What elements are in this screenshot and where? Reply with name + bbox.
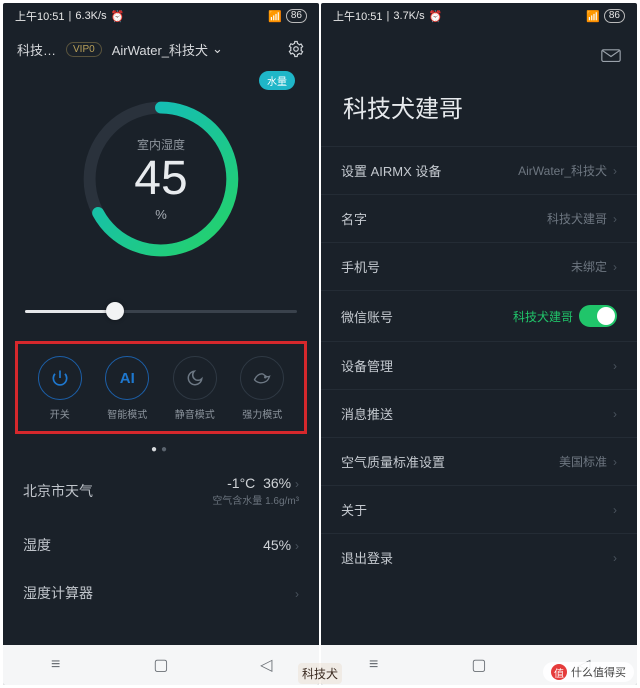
battery-level: 86 xyxy=(604,9,625,23)
power-icon xyxy=(38,356,82,400)
chevron-right-icon: › xyxy=(613,455,617,469)
settings-row-2[interactable]: 手机号 未绑定› xyxy=(321,242,637,290)
humidity-gauge: 水量 室内湿度 45 % xyxy=(3,69,319,289)
nav-home-icon[interactable]: ▢ xyxy=(470,656,488,674)
left-screen: 上午10:51 | 6.3K/s ⏰ 📶 86 科技… VIP0 AirWate… xyxy=(3,3,319,685)
nav-menu-icon[interactable]: ≡ xyxy=(47,656,65,674)
air-water-content: 空气含水量 1.6g/m³ xyxy=(212,496,299,507)
mode-label: 强力模式 xyxy=(242,406,282,421)
app-header: 科技… VIP0 AirWater_科技犬 ⌄ xyxy=(3,29,319,69)
weather-row[interactable]: 北京市天气 -1°C 36% › 空气含水量 1.6g/m³ xyxy=(3,461,319,521)
mode-buttons-highlight: 开关 AI 智能模式 静音模式 强力模式 xyxy=(15,341,307,434)
settings-row-7[interactable]: 关于 › xyxy=(321,485,637,533)
settings-row-1[interactable]: 名字 科技犬建哥› xyxy=(321,194,637,242)
chevron-right-icon: › xyxy=(613,260,617,274)
chevron-right-icon: › xyxy=(613,212,617,226)
whale-icon xyxy=(240,356,284,400)
status-bar: 上午10:51 | 6.3K/s ⏰ 📶 86 xyxy=(3,3,319,29)
settings-row-3[interactable]: 微信账号 科技犬建哥 xyxy=(321,290,637,341)
city-humidity: 36% xyxy=(263,475,291,491)
device-name: AirWater_科技犬 xyxy=(112,40,208,59)
humidity-value: 45% xyxy=(263,537,291,553)
moon-icon xyxy=(173,356,217,400)
mode-power[interactable]: 开关 xyxy=(28,356,92,421)
mode-label: 开关 xyxy=(50,406,70,421)
gauge-value: 45 xyxy=(134,155,187,203)
row-value: 科技犬建哥 xyxy=(513,305,617,327)
mode-label: 智能模式 xyxy=(107,406,147,421)
row-label: 手机号 xyxy=(341,257,380,276)
signal-icon: 📶 xyxy=(268,10,282,23)
city-temp: -1°C xyxy=(227,475,255,491)
watermark-text: 什么值得买 xyxy=(571,664,626,680)
nav-menu-icon[interactable]: ≡ xyxy=(365,656,383,674)
row-value: › xyxy=(613,503,617,517)
profile-title: 科技犬建哥 xyxy=(321,29,637,146)
device-selector[interactable]: AirWater_科技犬 ⌄ xyxy=(112,40,223,59)
nav-home-icon[interactable]: ▢ xyxy=(152,656,170,674)
mode-quiet[interactable]: 静音模式 xyxy=(163,356,227,421)
gauge-unit: % xyxy=(155,207,167,222)
row-value: › xyxy=(613,407,617,421)
watermark: 值 什么值得买 xyxy=(543,662,634,682)
settings-row-8[interactable]: 退出登录 › xyxy=(321,533,637,581)
settings-row-6[interactable]: 空气质量标准设置 美国标准› xyxy=(321,437,637,485)
status-net: 6.3K/s xyxy=(75,10,106,22)
row-label: 关于 xyxy=(341,500,367,519)
row-label: 消息推送 xyxy=(341,404,393,423)
status-net: 3.7K/s xyxy=(393,10,424,22)
alarm-icon: ⏰ xyxy=(111,10,125,23)
status-time: 上午10:51 xyxy=(15,8,65,24)
row-label: 微信账号 xyxy=(341,307,393,326)
calc-label: 湿度计算器 xyxy=(23,583,93,603)
mail-icon[interactable] xyxy=(601,49,621,63)
water-badge: 水量 xyxy=(259,71,295,90)
right-screen: 上午10:51 | 3.7K/s ⏰ 📶 86 科技犬建哥 设置 AIRMX 设… xyxy=(321,3,637,685)
header-title: 科技… xyxy=(17,40,56,59)
row-label: 名字 xyxy=(341,209,367,228)
row-label: 退出登录 xyxy=(341,548,393,567)
humidity-row[interactable]: 湿度 45% › xyxy=(3,521,319,569)
ai-icon: AI xyxy=(105,356,149,400)
row-label: 空气质量标准设置 xyxy=(341,452,445,471)
battery-level: 86 xyxy=(286,9,307,23)
mode-label: 静音模式 xyxy=(175,406,215,421)
status-bar: 上午10:51 | 3.7K/s ⏰ 📶 86 xyxy=(321,3,637,29)
alarm-icon: ⏰ xyxy=(429,10,443,23)
settings-row-0[interactable]: 设置 AIRMX 设备 AirWater_科技犬› xyxy=(321,146,637,194)
mode-strong[interactable]: 强力模式 xyxy=(230,356,294,421)
row-value: › xyxy=(613,359,617,373)
chevron-right-icon: › xyxy=(613,359,617,373)
row-value: 未绑定› xyxy=(571,258,617,275)
row-value: › xyxy=(613,551,617,565)
page-dots: ●● xyxy=(3,440,319,461)
status-time: 上午10:51 xyxy=(333,8,383,24)
row-label: 设置 AIRMX 设备 xyxy=(341,161,441,180)
row-label: 设备管理 xyxy=(341,356,393,375)
chevron-right-icon: › xyxy=(613,503,617,517)
humidity-label: 湿度 xyxy=(23,535,51,555)
two-screen-wrap: 上午10:51 | 6.3K/s ⏰ 📶 86 科技… VIP0 AirWate… xyxy=(0,0,640,688)
chevron-down-icon: ⌄ xyxy=(212,41,223,57)
chevron-right-icon: › xyxy=(613,407,617,421)
vip-badge: VIP0 xyxy=(66,42,102,57)
chevron-right-icon: › xyxy=(613,551,617,565)
humidity-calc-row[interactable]: 湿度计算器 › xyxy=(3,569,319,617)
toggle-switch[interactable] xyxy=(579,305,617,327)
city-label: 北京市天气 xyxy=(23,481,93,501)
row-value: 美国标准› xyxy=(559,453,617,470)
gauge-label: 室内湿度 xyxy=(137,136,185,153)
nav-back-icon[interactable]: ◁ xyxy=(257,656,275,674)
android-nav-bar: ≡ ▢ ◁ xyxy=(3,645,319,685)
signal-icon: 📶 xyxy=(586,10,600,23)
mode-ai[interactable]: AI 智能模式 xyxy=(95,356,159,421)
humidity-slider[interactable] xyxy=(3,289,319,333)
settings-row-4[interactable]: 设备管理 › xyxy=(321,341,637,389)
row-value: AirWater_科技犬› xyxy=(518,162,617,179)
gear-icon[interactable] xyxy=(287,40,305,58)
row-value: 科技犬建哥› xyxy=(547,210,617,227)
chevron-right-icon: › xyxy=(613,164,617,178)
settings-row-5[interactable]: 消息推送 › xyxy=(321,389,637,437)
watermark-icon: 值 xyxy=(551,664,567,680)
